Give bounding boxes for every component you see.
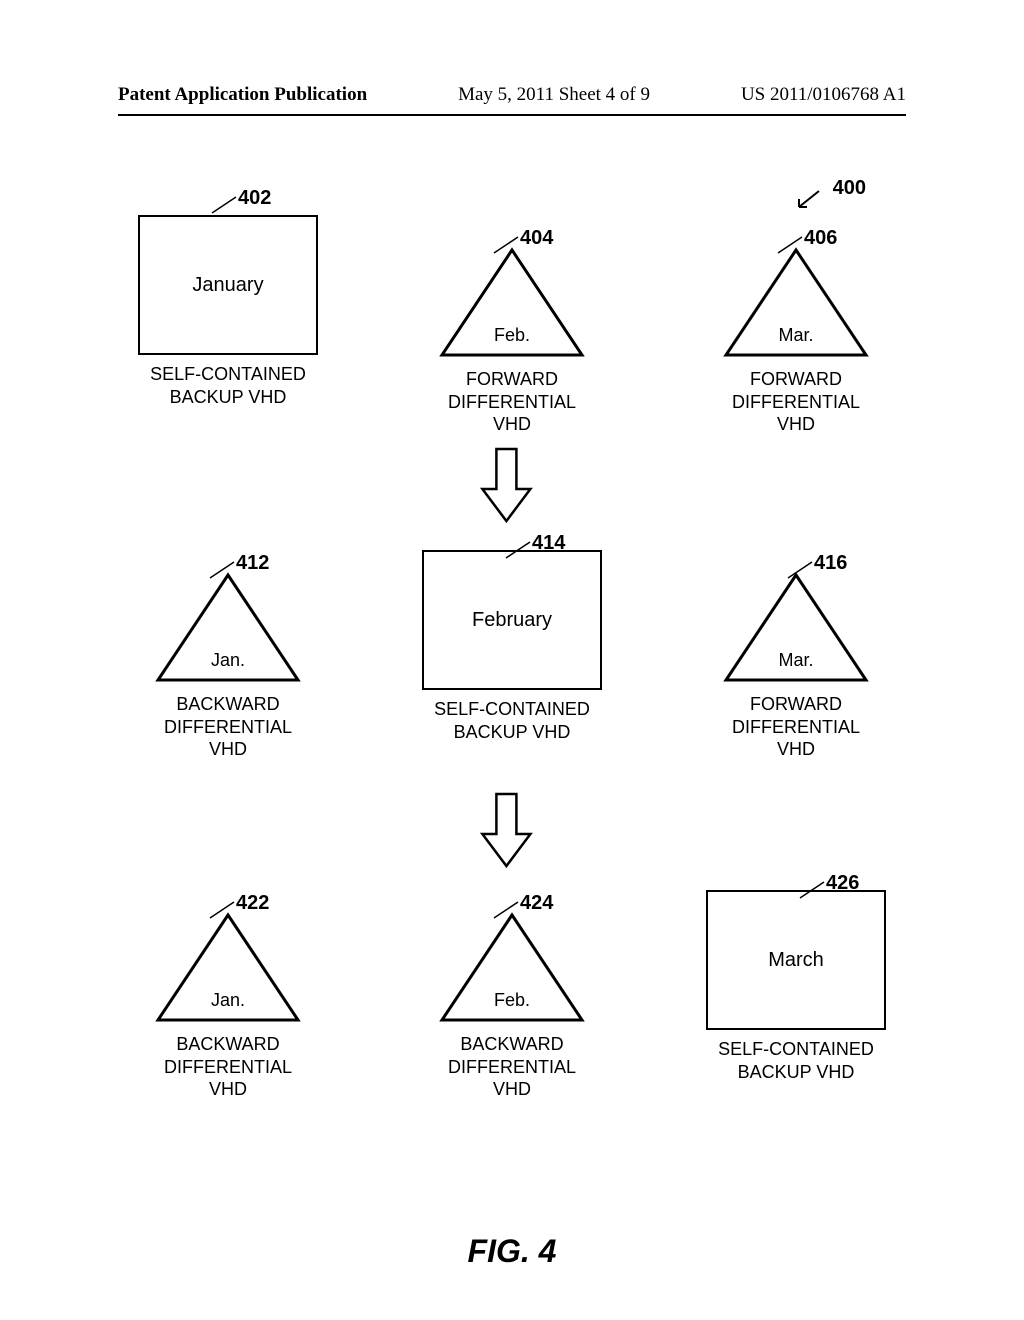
rect-march: March — [706, 890, 886, 1030]
cell-414: 414 February SELF-CONTAINED BACKUP VHD — [402, 550, 622, 761]
triangle-feb-text: Feb. — [437, 325, 587, 346]
down-arrow-icon — [478, 790, 534, 870]
cell-426: 426 March SELF-CONTAINED BACKUP VHD — [686, 890, 906, 1101]
rect-january: January — [138, 215, 318, 355]
cell-422: 422 Jan. BACKWARD DIFFERENTIAL VHD — [118, 910, 338, 1101]
row-2: 412 Jan. BACKWARD DIFFERENTIAL VHD 414 F… — [118, 550, 906, 761]
triangle-mar-fwd: Mar. — [721, 245, 871, 360]
cell-406: 406 Mar. FORWARD DIFFERENTIAL VHD — [686, 245, 906, 436]
cell-424: 424 Feb. BACKWARD DIFFERENTIAL VHD — [402, 910, 622, 1101]
triangle-mar-text-2: Mar. — [721, 650, 871, 671]
caption-424: BACKWARD DIFFERENTIAL VHD — [448, 1033, 576, 1101]
caption-426: SELF-CONTAINED BACKUP VHD — [718, 1038, 874, 1083]
rect-february: February — [422, 550, 602, 690]
triangle-feb-fwd: Feb. — [437, 245, 587, 360]
triangle-feb-bwd: Feb. — [437, 910, 587, 1025]
cell-404: 404 Feb. FORWARD DIFFERENTIAL VHD — [402, 245, 622, 436]
caption-412: BACKWARD DIFFERENTIAL VHD — [164, 693, 292, 761]
cell-402: 402 January SELF-CONTAINED BACKUP VHD — [118, 215, 338, 436]
rect-march-text: March — [768, 949, 824, 972]
triangle-mar-fwd-2: Mar. — [721, 570, 871, 685]
ref-tick-icon — [798, 878, 832, 900]
page-header: Patent Application Publication May 5, 20… — [0, 0, 1024, 116]
triangle-jan-text-2: Jan. — [153, 990, 303, 1011]
ref-arrow-icon — [797, 187, 825, 209]
ref-426: 426 — [826, 872, 859, 895]
down-arrow-icon — [478, 445, 534, 525]
caption-422: BACKWARD DIFFERENTIAL VHD — [164, 1033, 292, 1101]
figure-title: FIG. 4 — [118, 1233, 906, 1270]
ref-tick-icon — [504, 538, 538, 560]
caption-402: SELF-CONTAINED BACKUP VHD — [150, 363, 306, 408]
caption-416: FORWARD DIFFERENTIAL VHD — [732, 693, 860, 761]
triangle-mar-text: Mar. — [721, 325, 871, 346]
cell-416: 416 Mar. FORWARD DIFFERENTIAL VHD — [686, 570, 906, 761]
caption-406: FORWARD DIFFERENTIAL VHD — [732, 368, 860, 436]
caption-414: SELF-CONTAINED BACKUP VHD — [434, 698, 590, 743]
figure-4: 400 402 January SELF-CONTAINED BACKUP VH… — [118, 170, 906, 1260]
rect-february-text: February — [472, 609, 552, 632]
ref-tick-icon — [210, 193, 244, 215]
header-date-sheet: May 5, 2011 Sheet 4 of 9 — [458, 84, 650, 106]
ref-414: 414 — [532, 532, 565, 555]
ref-402: 402 — [238, 187, 271, 210]
header-rule — [118, 114, 906, 116]
ref-400: 400 — [833, 177, 866, 200]
triangle-jan-bwd: Jan. — [153, 570, 303, 685]
rect-january-text: January — [192, 274, 263, 297]
header-publication: Patent Application Publication — [118, 84, 367, 106]
row-1: 402 January SELF-CONTAINED BACKUP VHD 40… — [118, 225, 906, 436]
header-pubnumber: US 2011/0106768 A1 — [741, 84, 906, 106]
row-3: 422 Jan. BACKWARD DIFFERENTIAL VHD 424 — [118, 890, 906, 1101]
ref-400-label: 400 — [833, 177, 866, 199]
caption-404: FORWARD DIFFERENTIAL VHD — [448, 368, 576, 436]
triangle-jan-text: Jan. — [153, 650, 303, 671]
triangle-feb-text-2: Feb. — [437, 990, 587, 1011]
cell-412: 412 Jan. BACKWARD DIFFERENTIAL VHD — [118, 570, 338, 761]
triangle-jan-bwd-2: Jan. — [153, 910, 303, 1025]
